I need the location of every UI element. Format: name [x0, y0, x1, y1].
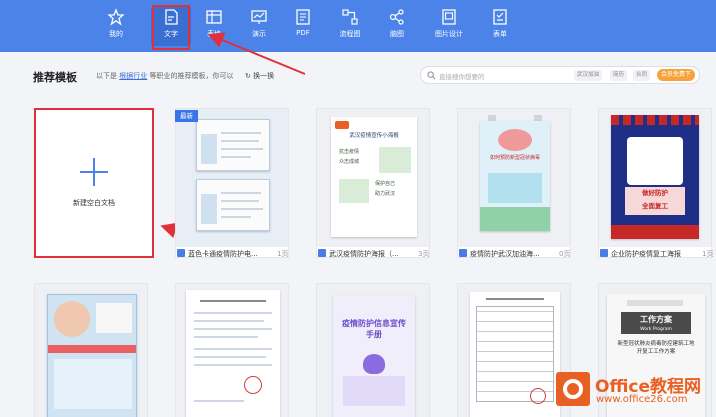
poster-sheet	[196, 179, 270, 231]
template-card[interactable]	[175, 108, 289, 258]
doc-icon	[177, 249, 185, 257]
template-card[interactable]: 武汉疫情宣传小海报 抗击疫情 众志成城 保护自己 助力武汉	[316, 108, 430, 258]
plus-icon	[80, 158, 108, 186]
industry-link[interactable]: 根据行业	[119, 72, 147, 80]
presentation-icon	[251, 10, 267, 24]
nav-item-slides[interactable]: 演示	[239, 6, 279, 46]
nav-label: 图片设计	[435, 30, 463, 38]
nav-label: 我的	[109, 30, 123, 38]
template-search[interactable]: 直接搜你想要的 武汉加油 简历 合同 会员免费下	[420, 66, 700, 84]
page-count: 3页	[418, 250, 430, 258]
nav-label: PDF	[296, 29, 310, 37]
template-caption[interactable]: 疫情防护武汉加油海... 0页	[459, 249, 570, 261]
template-card[interactable]	[34, 283, 148, 417]
nav-label: 表单	[493, 30, 507, 38]
poster-title: 如何预防新型冠状病毒	[489, 155, 540, 161]
nav-item-sheet[interactable]: 表格	[194, 6, 234, 46]
poster-desc: 新型冠状肺炎病毒防控建筑工地开复工工作方案	[617, 341, 695, 355]
search-tag[interactable]: 简历	[610, 70, 628, 81]
hint-suffix: 等职业的推荐模板，你可以	[149, 72, 234, 80]
page-count: 1页	[277, 250, 289, 258]
logo-url: www.office26.com	[596, 394, 688, 405]
form-icon	[493, 9, 507, 25]
poster-slogan: 抗击疫情 众志成城	[339, 149, 360, 165]
template-title: 武汉疫情防护海报（...	[329, 250, 399, 258]
poster-sheet: 武汉疫情宣传小海报 抗击疫情 众志成城 保护自己 助力武汉	[331, 117, 417, 237]
template-title: 企业防护疫情复工海报	[611, 250, 681, 258]
template-caption[interactable]: 企业防护疫情复工海报 1页	[600, 249, 713, 261]
poster-sheet	[470, 292, 560, 417]
refresh-button[interactable]: ↻ 换一换	[245, 71, 274, 81]
poster-sheet	[47, 294, 137, 417]
mindmap-icon	[389, 9, 404, 25]
page-count: 1页	[702, 250, 714, 258]
template-card[interactable]	[175, 283, 289, 417]
template-card[interactable]	[457, 283, 571, 417]
poster-slogan: 做好防护 全面复工	[625, 187, 685, 215]
poster-title: 武汉疫情宣传小海报	[349, 133, 399, 139]
search-tag[interactable]: 武汉加油	[574, 70, 603, 81]
poster-title: 疫情防护信息宣传手册	[342, 319, 406, 339]
refresh-icon: ↻	[245, 72, 251, 80]
highlight-box-text-tab	[152, 5, 190, 50]
site-logo: Office教程网 www.office26.com	[556, 366, 716, 417]
template-thumbnail	[35, 284, 147, 417]
office-logo-icon	[556, 372, 590, 406]
poster-sheet	[196, 119, 270, 171]
table-icon	[206, 10, 222, 24]
refresh-label: 换一换	[253, 72, 275, 80]
template-card[interactable]: 如何预防新型冠状病毒	[457, 108, 571, 258]
vip-free-button[interactable]: 会员免费下	[657, 69, 696, 81]
template-thumbnail	[176, 109, 288, 247]
new-blank-document-card[interactable]: 新建空白文档	[34, 108, 154, 258]
nav-item-image-design[interactable]: 图片设计	[429, 6, 469, 46]
hint-prefix: 以下是	[96, 72, 117, 80]
search-tag[interactable]: 合同	[633, 70, 651, 81]
nav-item-form[interactable]: 表单	[480, 6, 520, 46]
template-card[interactable]: 做好防护 全面复工	[598, 108, 712, 258]
doc-icon	[600, 249, 608, 257]
nav-item-mine[interactable]: 我的	[96, 6, 136, 46]
star-icon	[107, 8, 125, 26]
poster-sheet: 如何预防新型冠状病毒	[480, 121, 550, 231]
template-thumbnail	[458, 284, 570, 417]
new-blank-label: 新建空白文档	[73, 199, 115, 207]
top-nav-bar: 我的 文字 表格 演示 PDF 流程图 脑图 图片设计 表单	[0, 0, 716, 52]
template-thumbnail	[176, 284, 288, 417]
template-card[interactable]: 疫情防护信息宣传手册	[316, 283, 430, 417]
template-thumbnail: 做好防护 全面复工	[599, 109, 711, 247]
nav-label: 表格	[207, 30, 221, 38]
template-caption[interactable]: 蓝色卡通疫情防护电... 1页	[177, 249, 288, 261]
poster-slogan: 保护自己 助力武汉	[375, 181, 396, 197]
page-count: 0页	[559, 250, 571, 258]
flowchart-icon	[342, 9, 358, 25]
recommend-hint: 以下是 根据行业 等职业的推荐模板，你可以	[96, 71, 233, 81]
template-title: 疫情防护武汉加油海...	[470, 250, 540, 258]
poster-title: 工作方案 Work Program	[621, 312, 691, 334]
template-title: 蓝色卡通疫情防护电...	[188, 250, 258, 258]
poster-sheet	[186, 290, 280, 417]
nav-label: 流程图	[339, 30, 361, 38]
template-thumbnail: 疫情防护信息宣传手册	[317, 284, 429, 417]
section-title: 推荐模板	[33, 71, 77, 84]
nav-item-flowchart[interactable]: 流程图	[330, 6, 370, 46]
poster-sheet: 做好防护 全面复工	[611, 115, 699, 239]
nav-label: 脑图	[390, 30, 404, 38]
template-caption[interactable]: 武汉疫情防护海报（... 3页	[318, 249, 429, 261]
image-design-icon	[442, 9, 456, 25]
nav-label: 演示	[252, 30, 266, 38]
pdf-icon	[296, 9, 310, 25]
new-badge: 最新	[175, 110, 198, 122]
poster-sheet: 疫情防护信息宣传手册	[333, 296, 415, 417]
nav-item-mindmap[interactable]: 脑图	[377, 6, 417, 46]
search-icon	[427, 71, 436, 80]
search-placeholder: 直接搜你想要的	[439, 73, 485, 81]
nav-item-pdf[interactable]: PDF	[283, 6, 323, 46]
template-thumbnail: 如何预防新型冠状病毒	[458, 109, 570, 247]
template-thumbnail: 武汉疫情宣传小海报 抗击疫情 众志成城 保护自己 助力武汉	[317, 109, 429, 247]
doc-icon	[318, 249, 326, 257]
doc-icon	[459, 249, 467, 257]
